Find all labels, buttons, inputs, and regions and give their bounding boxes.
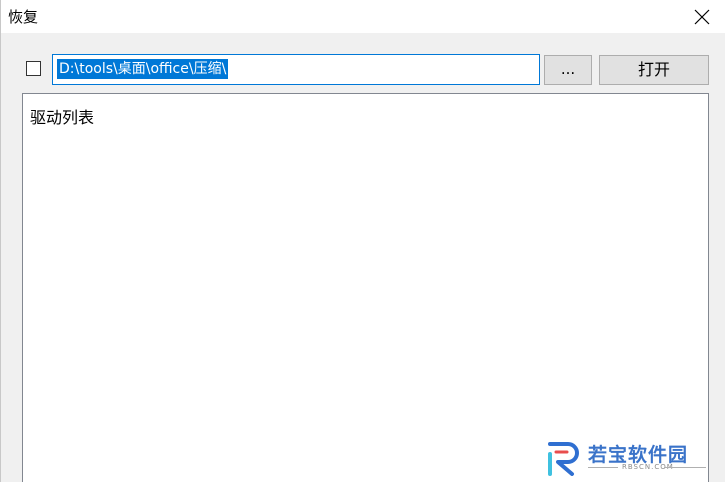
drive-list[interactable]: 驱动列表 bbox=[22, 93, 709, 482]
watermark-divider-left bbox=[588, 467, 618, 468]
close-icon bbox=[694, 9, 710, 25]
browse-button[interactable]: ... bbox=[544, 55, 592, 85]
title-bar: 恢复 bbox=[1, 0, 725, 33]
path-input[interactable]: D:\tools\桌面\office\压缩\ bbox=[52, 54, 540, 85]
drive-list-header: 驱动列表 bbox=[30, 108, 95, 127]
watermark: 若宝软件园 RBSCN.COM bbox=[546, 438, 711, 478]
close-button[interactable] bbox=[679, 0, 725, 33]
watermark-divider-right bbox=[664, 467, 706, 468]
window-title: 恢复 bbox=[8, 8, 39, 26]
path-input-value: D:\tools\桌面\office\压缩\ bbox=[57, 59, 229, 79]
restore-dialog: 恢复 D:\tools\桌面\office\压缩\ ... 打开 驱动列表 若宝… bbox=[0, 0, 725, 482]
open-button[interactable]: 打开 bbox=[599, 55, 709, 85]
path-checkbox[interactable] bbox=[26, 61, 41, 76]
rbscn-logo-icon bbox=[548, 442, 579, 476]
